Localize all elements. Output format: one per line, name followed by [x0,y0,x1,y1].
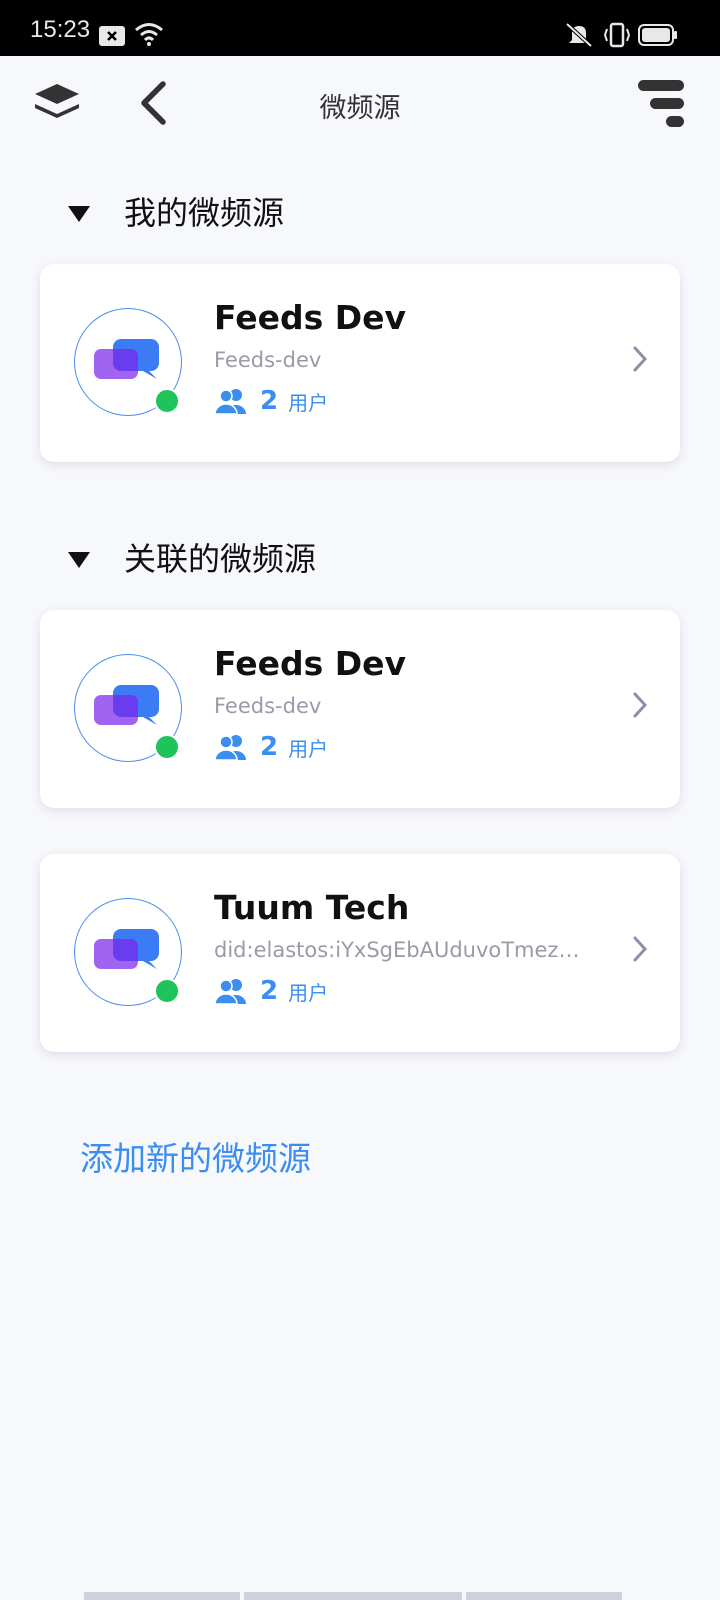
chat-bubbles-icon [94,929,159,969]
users-label: 用户 [288,390,329,415]
users-label: 用户 [288,736,329,761]
users-icon [214,389,246,415]
status-time: 15:23 [30,16,91,43]
vibrate-icon [603,22,631,48]
mute-icon [565,22,593,48]
battery-icon [638,24,677,46]
users-label: 用户 [288,980,329,1005]
nav-bar-segment [244,1592,462,1600]
page-title: 微频源 [319,93,401,124]
collapse-triangle-icon [68,206,90,222]
nav-bar-segment [466,1592,622,1600]
chevron-right-icon [633,346,648,372]
users-count-row: 2 用户 [214,732,328,762]
feed-card[interactable]: Tuum Tech did:elastos:iYxSgEbAUduvoTmezq… [40,854,680,1052]
menu-icon[interactable] [636,78,688,130]
feed-name: Feeds Dev [214,298,407,337]
section-title: 关联的微频源 [124,540,317,578]
status-bar: 15:23 [0,0,720,56]
section-linked-feeds-header[interactable]: 关联的微频源 [68,532,316,582]
section-my-feeds-header[interactable]: 我的微频源 [68,186,284,236]
feed-name: Tuum Tech [214,888,410,927]
feed-id: Feeds-dev [214,348,322,372]
add-feed-link[interactable]: 添加新的微频源 [80,1132,311,1180]
users-icon [214,979,246,1005]
notification-icon [99,26,125,46]
users-count: 2 [260,976,279,1006]
users-icon [214,735,246,761]
section-title: 我的微频源 [124,194,285,232]
app-header: 微频源 [0,56,720,152]
chevron-right-icon [633,936,648,962]
users-count-row: 2 用户 [214,976,328,1006]
chat-bubbles-icon [94,685,159,725]
feed-card[interactable]: Feeds Dev Feeds-dev 2 用户 [40,610,680,808]
online-status-dot [154,734,180,760]
users-count: 2 [260,386,279,416]
collapse-triangle-icon [68,552,90,568]
feed-card[interactable]: Feeds Dev Feeds-dev 2 用户 [40,264,680,462]
users-count-row: 2 用户 [214,386,328,416]
feed-id: Feeds-dev [214,694,322,718]
wifi-icon [135,23,163,46]
online-status-dot [154,388,180,414]
nav-bar-segment [84,1592,240,1600]
feed-id: did:elastos:iYxSgEbAUduvoTmezqjsvN4T8q7m… [214,938,584,962]
online-status-dot [154,978,180,1004]
chevron-right-icon [633,692,648,718]
chat-bubbles-icon [94,339,159,379]
feed-name: Feeds Dev [214,644,407,683]
users-count: 2 [260,732,279,762]
